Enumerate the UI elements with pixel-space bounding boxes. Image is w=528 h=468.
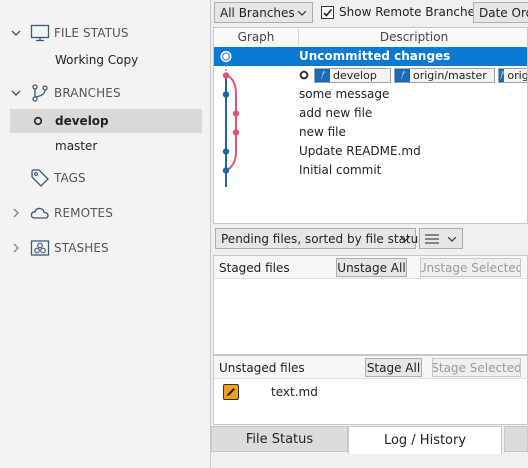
commit-description: Initial commit	[299, 163, 382, 177]
commit-description: Uncommitted changes	[299, 49, 451, 63]
sidebar-section-file-status[interactable]: FILE STATUS	[0, 21, 211, 45]
sidebar-title-file-status: FILE STATUS	[54, 26, 129, 40]
branch-tag-label: origin/develop	[507, 69, 527, 82]
sidebar-item-develop[interactable]: develop	[10, 109, 202, 133]
sidebar-title-stashes: STASHES	[54, 241, 109, 255]
chevron-down-icon	[401, 237, 409, 242]
sidebar-title-branches: BRANCHES	[54, 86, 121, 100]
stage-all-button[interactable]: Stage All	[365, 358, 422, 377]
chevron-right-icon[interactable]	[11, 243, 21, 253]
chevron-down-icon	[298, 11, 306, 16]
branch-icon: ᚠ	[395, 69, 410, 82]
chevron-down-icon	[448, 237, 456, 242]
pending-files-bar: Pending files, sorted by file status	[213, 226, 528, 250]
sidebar-section-tags[interactable]: TAGS	[0, 166, 211, 190]
pencil-icon	[227, 388, 235, 396]
column-header-graph[interactable]: Graph	[214, 28, 299, 46]
modified-file-icon	[223, 384, 239, 400]
commit-graph	[220, 51, 240, 187]
checkmark-icon	[323, 8, 333, 17]
sidebar: FILE STATUS Working Copy BRANCHES develo…	[0, 0, 211, 468]
show-remote-branches-label[interactable]: Show Remote Branches	[339, 5, 481, 19]
unstage-all-button[interactable]: Unstage All	[336, 258, 407, 277]
staged-files-header: Staged files Unstage All Unstage Selecte…	[214, 256, 527, 279]
show-remote-branches-checkbox[interactable]	[321, 6, 334, 19]
stash-icon	[30, 240, 50, 256]
history-row-head[interactable]: ᚠ develop ᚠ origin/master ᚠ origin/devel…	[214, 66, 527, 85]
history-row[interactable]: new file	[214, 123, 527, 142]
sidebar-item-label: master	[55, 139, 98, 153]
sort-order-value: Date Order	[479, 5, 528, 20]
file-name: text.md	[271, 385, 318, 399]
column-header-description[interactable]: Description	[299, 28, 527, 46]
history-toolbar: All Branches Show Remote Branches Date O…	[211, 0, 528, 25]
branch-tag-develop[interactable]: ᚠ develop	[314, 68, 391, 83]
branch-icon	[32, 84, 48, 102]
branch-icon: ᚠ	[499, 69, 505, 82]
commit-description: some message	[299, 87, 390, 101]
chevron-right-icon[interactable]	[11, 208, 21, 218]
commit-description: add new file	[299, 106, 373, 120]
pending-view-dropdown[interactable]: Pending files, sorted by file status	[215, 228, 424, 249]
sidebar-section-remotes[interactable]: REMOTES	[0, 201, 211, 225]
history-row[interactable]: Initial commit	[214, 161, 527, 180]
sidebar-title-tags: TAGS	[54, 171, 86, 185]
branch-tag-origin-develop[interactable]: ᚠ origin/develop	[498, 68, 527, 83]
branch-filter-dropdown[interactable]: All Branches	[214, 2, 313, 23]
sidebar-section-branches[interactable]: BRANCHES	[0, 81, 211, 105]
file-list-item[interactable]: text.md	[214, 382, 527, 402]
sidebar-section-stashes[interactable]: STASHES	[0, 236, 211, 260]
branch-icon: ᚠ	[315, 69, 330, 82]
tag-icon	[31, 169, 49, 187]
chevron-down-icon[interactable]	[11, 88, 21, 98]
unstaged-files-panel: Unstaged files Stage All Stage Selected …	[213, 355, 528, 425]
tab-file-status[interactable]: File Status	[211, 426, 348, 452]
view-options-dropdown[interactable]	[419, 228, 463, 249]
sidebar-item-label: Working Copy	[55, 53, 139, 67]
branch-tag-label: origin/master	[413, 69, 487, 82]
branch-tag-label: develop	[333, 69, 377, 82]
tab-search[interactable]	[504, 426, 528, 452]
commit-description: Update README.md	[299, 144, 421, 158]
sort-order-dropdown[interactable]: Date Order	[473, 2, 528, 23]
unstaged-files-header: Unstaged files Stage All Stage Selected	[214, 356, 527, 379]
sidebar-item-working-copy[interactable]: Working Copy	[10, 48, 202, 72]
sidebar-title-remotes: REMOTES	[54, 206, 113, 220]
history-row[interactable]: some message	[214, 85, 527, 104]
history-row-uncommitted[interactable]: Uncommitted changes	[214, 47, 527, 66]
staged-files-title: Staged files	[219, 261, 290, 275]
branch-filter-value: All Branches	[220, 5, 295, 20]
tab-log-history[interactable]: Log / History	[348, 426, 502, 454]
current-branch-icon	[33, 116, 43, 126]
sidebar-item-label: develop	[55, 114, 109, 128]
history-table[interactable]: Graph Description Uncommitted changes ᚠ …	[213, 27, 528, 224]
stage-selected-button[interactable]: Stage Selected	[432, 358, 521, 377]
sidebar-item-master[interactable]: master	[10, 134, 202, 158]
monitor-icon	[30, 24, 50, 42]
unstage-selected-button[interactable]: Unstage Selected	[420, 258, 521, 277]
cloud-icon	[30, 207, 49, 219]
head-marker-icon	[299, 70, 309, 80]
staged-files-panel: Staged files Unstage All Unstage Selecte…	[213, 255, 528, 355]
commit-description: new file	[299, 125, 346, 139]
history-row[interactable]: add new file	[214, 104, 527, 123]
branch-tag-origin-master[interactable]: ᚠ origin/master	[394, 68, 495, 83]
main-panel: All Branches Show Remote Branches Date O…	[211, 0, 528, 468]
pending-view-value: Pending files, sorted by file status	[221, 231, 425, 246]
chevron-down-icon[interactable]	[11, 28, 21, 38]
list-icon	[425, 234, 439, 243]
unstaged-files-title: Unstaged files	[219, 361, 305, 375]
history-row[interactable]: Update README.md	[214, 142, 527, 161]
